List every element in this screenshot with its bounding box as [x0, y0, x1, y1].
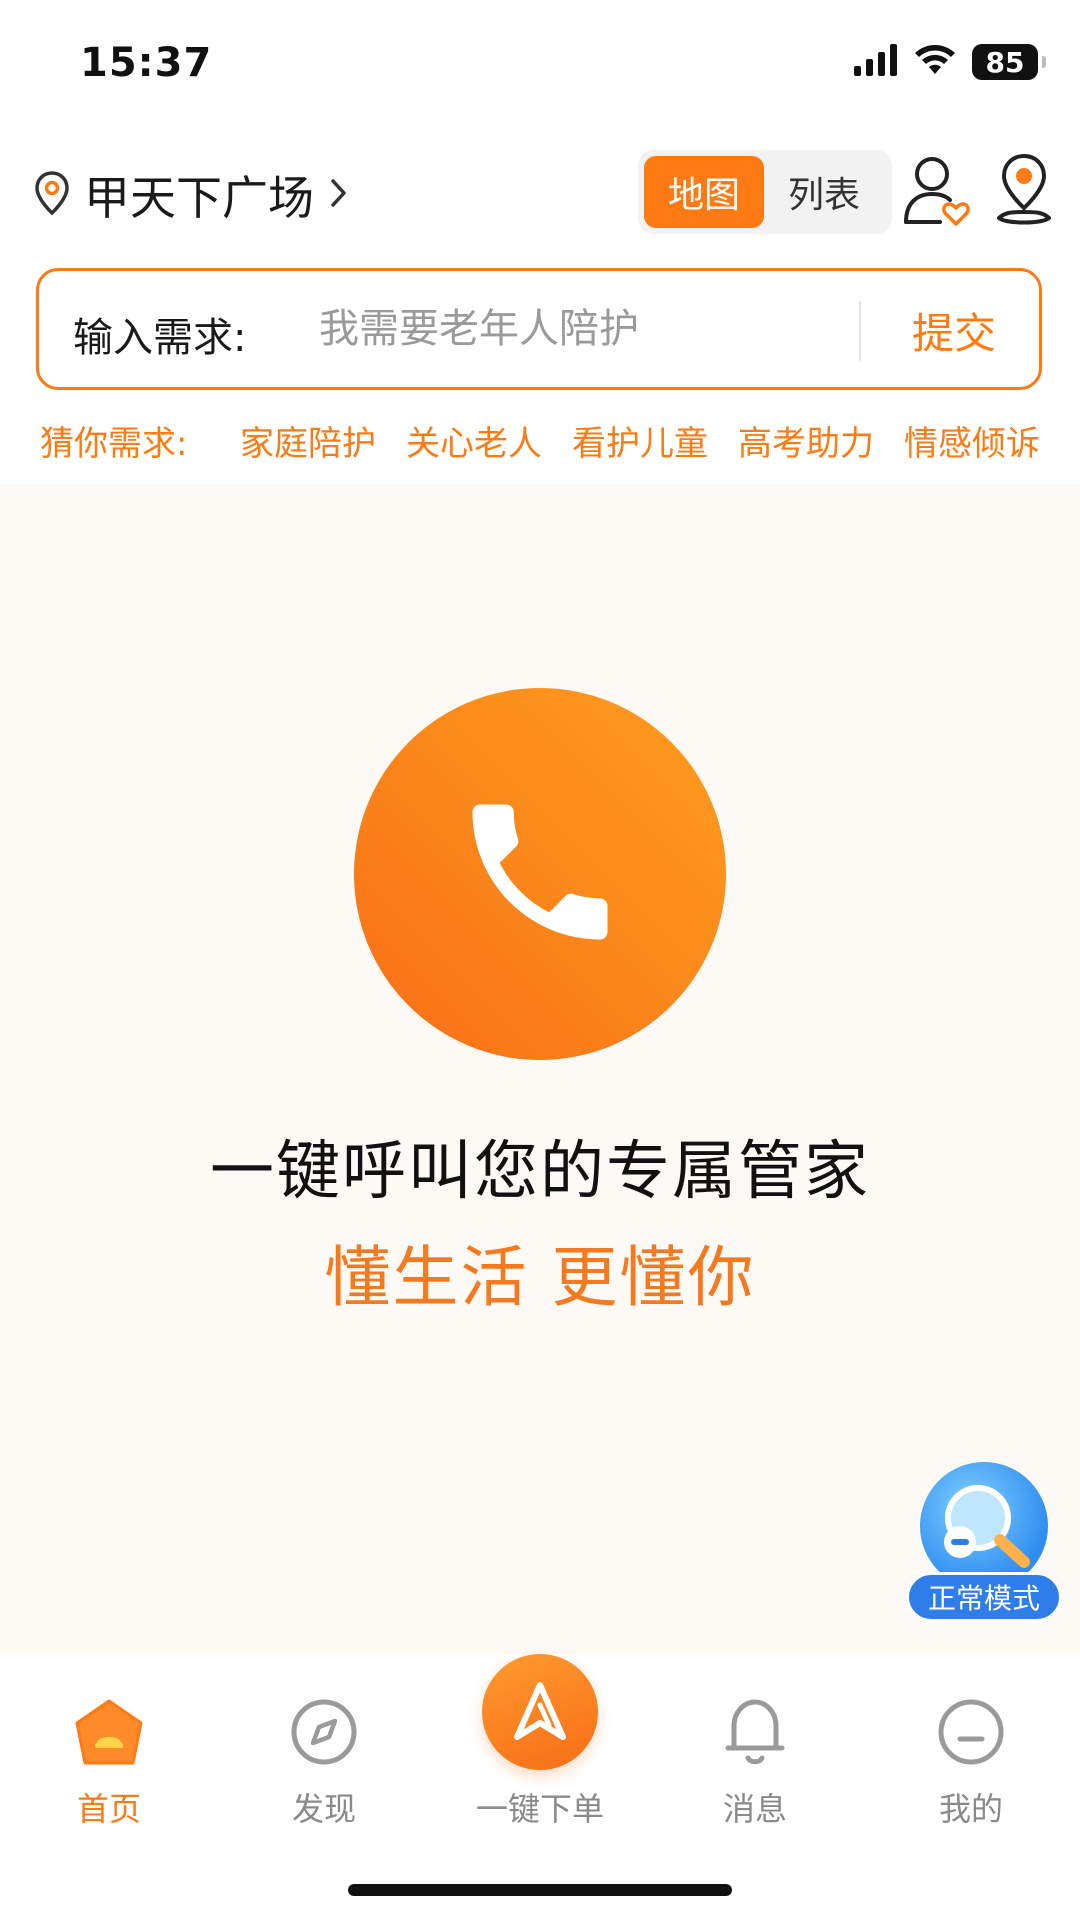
submit-button[interactable]: 提交: [889, 297, 1019, 363]
suggestion-label: 猜你需求:: [40, 424, 188, 464]
demand-input[interactable]: [319, 299, 859, 359]
suggestion-chip[interactable]: 高考助力: [738, 416, 874, 465]
search-label: 输入需求:: [73, 315, 247, 361]
demand-search-box: 输入需求: 提交: [36, 268, 1042, 390]
header: 甲天下广场 地图 列表: [0, 140, 1080, 240]
bottom-tab-bar: 首页 发现 一键下单 消息 我的: [0, 1654, 1080, 1920]
chevron-right-icon: [328, 175, 350, 215]
app-screen: 15:37 85 甲天下广场 地图 列表 输入需求: 我需要老年人陪护 提交 猜…: [0, 0, 1080, 1920]
caregiver-heart-icon: [900, 152, 972, 232]
compass-icon: [286, 1694, 362, 1770]
view-toggle: 地图 列表: [638, 150, 892, 234]
display-mode-label: 正常模式: [906, 1572, 1062, 1622]
home-icon: [71, 1694, 147, 1770]
main-slogan: 懂生活 更懂你: [324, 1239, 756, 1316]
tab-label: 发现: [291, 1790, 356, 1828]
bell-icon: [717, 1694, 793, 1770]
suggestion-chips: 家庭陪护 关心老人 看护儿童 高考助力 情感倾诉: [240, 416, 1040, 465]
suggestion-chip[interactable]: 情感倾诉: [904, 416, 1040, 465]
tab-discover[interactable]: 发现: [249, 1694, 399, 1844]
display-mode-button[interactable]: 正常模式: [906, 1462, 1062, 1622]
wifi-icon: [914, 44, 956, 80]
location-pin-icon: [34, 170, 70, 220]
call-butler-button[interactable]: [354, 688, 726, 1060]
tab-label: 首页: [76, 1790, 141, 1828]
profile-icon: [933, 1694, 1009, 1770]
tab-label: 我的: [938, 1790, 1003, 1828]
main-title: 一键呼叫您的专属管家: [210, 1135, 870, 1209]
nearby-location-button[interactable]: [984, 150, 1064, 234]
status-bar: 15:37 85: [0, 0, 1080, 130]
search-divider: [859, 301, 861, 361]
phone-icon: [450, 782, 630, 966]
tab-profile[interactable]: 我的: [896, 1694, 1046, 1844]
status-indicators: 85: [854, 44, 1046, 80]
map-pin-person-icon: [991, 152, 1057, 232]
suggestion-row: 猜你需求: 家庭陪护 关心老人 看护儿童 高考助力 情感倾诉: [0, 412, 1040, 468]
tab-label: 消息: [722, 1790, 787, 1828]
map-view-tab[interactable]: 地图: [644, 156, 764, 228]
signal-icon: [854, 44, 898, 80]
caregiver-button[interactable]: [896, 150, 976, 234]
tab-home[interactable]: 首页: [34, 1694, 184, 1844]
tab-quick-order[interactable]: 一键下单: [470, 1654, 610, 1830]
suggestion-chip[interactable]: 看护儿童: [572, 416, 708, 465]
suggestion-chip[interactable]: 家庭陪护: [240, 416, 376, 465]
home-indicator: [348, 1884, 732, 1896]
suggestion-chip[interactable]: 关心老人: [406, 416, 542, 465]
battery-indicator: 85: [972, 44, 1046, 80]
location-selector[interactable]: 甲天下广场: [34, 162, 350, 228]
tab-label: 一键下单: [475, 1790, 604, 1828]
list-view-tab[interactable]: 列表: [764, 156, 884, 228]
tab-messages[interactable]: 消息: [680, 1694, 830, 1844]
status-time: 15:37: [80, 40, 213, 86]
magnifier-icon: [920, 1462, 1048, 1590]
location-name: 甲天下广场: [84, 171, 314, 225]
quick-order-icon: [482, 1654, 598, 1770]
